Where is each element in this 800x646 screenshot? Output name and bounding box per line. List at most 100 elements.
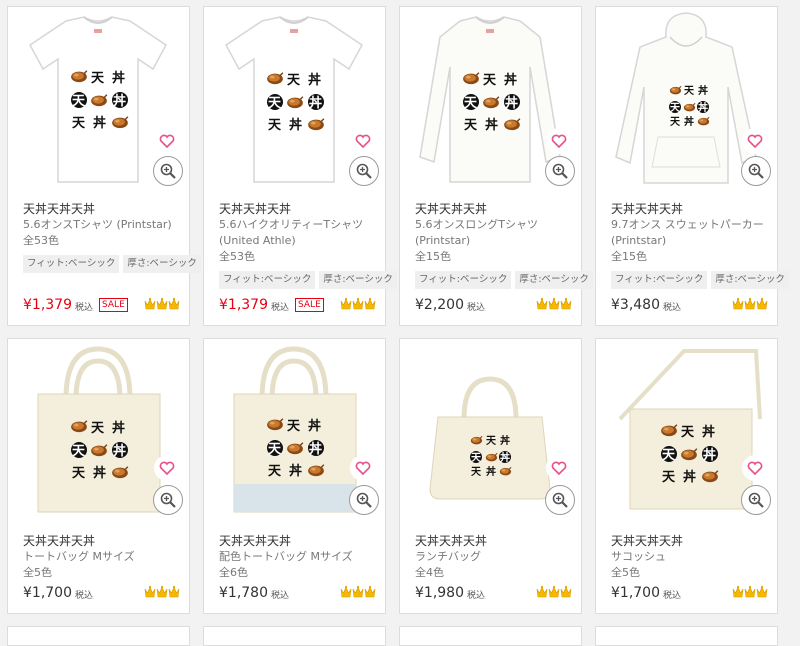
- product-type: 配色トートバッグ Mサイズ: [219, 550, 353, 563]
- price: ¥1,700: [611, 585, 660, 601]
- favorite-button[interactable]: [742, 455, 768, 481]
- svg-text:天: 天: [287, 419, 301, 434]
- svg-text:天: 天: [268, 96, 282, 111]
- tax-label: 税込: [467, 591, 486, 601]
- crown-icon: [732, 297, 744, 311]
- svg-text:丼: 丼: [500, 451, 510, 464]
- heart-icon: [551, 134, 567, 149]
- zoom-in-icon: [160, 492, 176, 508]
- favorite-button[interactable]: [350, 455, 376, 481]
- zoom-in-icon: [356, 163, 372, 179]
- zoom-button[interactable]: [349, 485, 379, 515]
- svg-text:天: 天: [464, 118, 478, 133]
- product-card[interactable]: 天 丼 天 丼 天 丼 天丼天丼天丼 5.6ハイクオリティーTシャツ (Unit…: [203, 6, 397, 326]
- rating-crowns: [340, 297, 376, 311]
- zoom-button[interactable]: [741, 485, 771, 515]
- product-title[interactable]: 天丼天丼天丼: [23, 201, 181, 217]
- favorite-button[interactable]: [154, 128, 180, 154]
- product-title[interactable]: 天丼天丼天丼: [611, 201, 769, 217]
- crown-icon: [144, 585, 156, 599]
- zoom-button[interactable]: [349, 156, 379, 186]
- svg-text:丼: 丼: [309, 441, 322, 457]
- zoom-in-icon: [160, 163, 176, 179]
- product-card[interactable]: 天 丼 天 丼 天 丼 天丼天丼天丼 サコッシュ 全5色 ¥1,700 税込: [595, 338, 778, 614]
- svg-text:天: 天: [670, 102, 681, 114]
- crown-icon: [156, 585, 168, 599]
- fit-tag: フィット:ベーシック: [415, 271, 512, 289]
- favorite-button[interactable]: [546, 455, 572, 481]
- crown-icon: [548, 585, 560, 599]
- heart-icon: [159, 461, 175, 476]
- product-card[interactable]: 天 丼 天 丼 天 丼 天丼天丼天丼 9.7オンス スウェットパーカー (Pri…: [595, 6, 789, 326]
- product-card[interactable]: [203, 626, 386, 646]
- svg-text:天: 天: [268, 442, 282, 457]
- product-title[interactable]: 天丼天丼天丼: [23, 533, 181, 549]
- svg-text:天: 天: [471, 466, 482, 478]
- zoom-button[interactable]: [153, 485, 183, 515]
- price: ¥3,480: [611, 297, 660, 313]
- product-type: 5.6オンスロングTシャツ (Printstar): [415, 218, 538, 247]
- crown-icon: [340, 297, 352, 311]
- svg-text:天: 天: [72, 444, 86, 459]
- svg-text:丼: 丼: [309, 95, 322, 111]
- product-title[interactable]: 天丼天丼天丼: [415, 201, 573, 217]
- svg-text:丼: 丼: [289, 117, 302, 133]
- color-count: 全15色: [611, 250, 647, 263]
- tax-label: 税込: [663, 303, 682, 313]
- heart-icon: [747, 461, 763, 476]
- product-card[interactable]: 天 丼 天 丼 天 丼 天丼天丼天丼 ランチバッグ 全4色 ¥1,980 税込: [399, 338, 582, 614]
- product-title[interactable]: 天丼天丼天丼: [415, 533, 573, 549]
- color-count: 全15色: [415, 250, 451, 263]
- product-type: サコッシュ: [611, 550, 666, 563]
- product-card[interactable]: 天 丼 天 丼 天 丼 天丼天丼天丼 5.6オンスTシャツ (Printstar…: [7, 6, 201, 326]
- tax-label: 税込: [75, 303, 94, 313]
- product-type: トートバッグ Mサイズ: [23, 550, 135, 563]
- zoom-button[interactable]: [545, 156, 575, 186]
- heart-icon: [159, 134, 175, 149]
- product-card[interactable]: 天 丼 天 丼 天 丼 天丼天丼天丼 トートバッグ Mサイズ 全5色 ¥1,70…: [7, 338, 190, 614]
- tax-label: 税込: [75, 591, 94, 601]
- crown-icon: [744, 297, 756, 311]
- sale-badge: SALE: [99, 298, 128, 312]
- crown-icon: [744, 585, 756, 599]
- svg-text:丼: 丼: [308, 418, 321, 434]
- product-card[interactable]: [399, 626, 582, 646]
- svg-text:天: 天: [662, 470, 676, 485]
- svg-text:丼: 丼: [93, 465, 106, 481]
- rating-crowns: [732, 585, 768, 599]
- crown-icon: [756, 585, 768, 599]
- svg-text:丼: 丼: [500, 434, 510, 447]
- svg-text:天: 天: [72, 466, 86, 481]
- rating-crowns: [732, 297, 768, 311]
- product-title[interactable]: 天丼天丼天丼: [611, 533, 769, 549]
- rating-crowns: [144, 585, 180, 599]
- favorite-button[interactable]: [546, 128, 572, 154]
- zoom-button[interactable]: [741, 156, 771, 186]
- crown-icon: [536, 297, 548, 311]
- svg-text:丼: 丼: [112, 420, 125, 436]
- product-title[interactable]: 天丼天丼天丼: [219, 201, 377, 217]
- svg-text:丼: 丼: [113, 93, 126, 109]
- product-card[interactable]: 天 丼 天 丼 天 丼 天丼天丼天丼 5.6オンスロングTシャツ (Prints…: [399, 6, 593, 326]
- zoom-in-icon: [748, 492, 764, 508]
- favorite-button[interactable]: [154, 455, 180, 481]
- svg-text:丼: 丼: [486, 465, 496, 478]
- svg-text:天: 天: [483, 73, 497, 88]
- zoom-button[interactable]: [545, 485, 575, 515]
- svg-text:天: 天: [72, 116, 86, 131]
- product-card[interactable]: 天 丼 天 丼 天 丼 天丼天丼天丼 配色トートバッグ Mサイズ 全6色 ¥1,…: [203, 338, 386, 614]
- product-title[interactable]: 天丼天丼天丼: [219, 533, 377, 549]
- svg-text:天: 天: [486, 435, 497, 447]
- svg-text:天: 天: [471, 452, 482, 464]
- crown-icon: [548, 297, 560, 311]
- product-card[interactable]: [595, 626, 778, 646]
- zoom-button[interactable]: [153, 156, 183, 186]
- color-count: 全6色: [219, 566, 248, 579]
- favorite-button[interactable]: [742, 128, 768, 154]
- heart-icon: [355, 134, 371, 149]
- svg-text:丼: 丼: [93, 115, 106, 131]
- product-card[interactable]: [7, 626, 190, 646]
- thickness-tag: 厚さ:ベーシック: [515, 271, 593, 289]
- favorite-button[interactable]: [350, 128, 376, 154]
- price: ¥1,379: [23, 297, 72, 313]
